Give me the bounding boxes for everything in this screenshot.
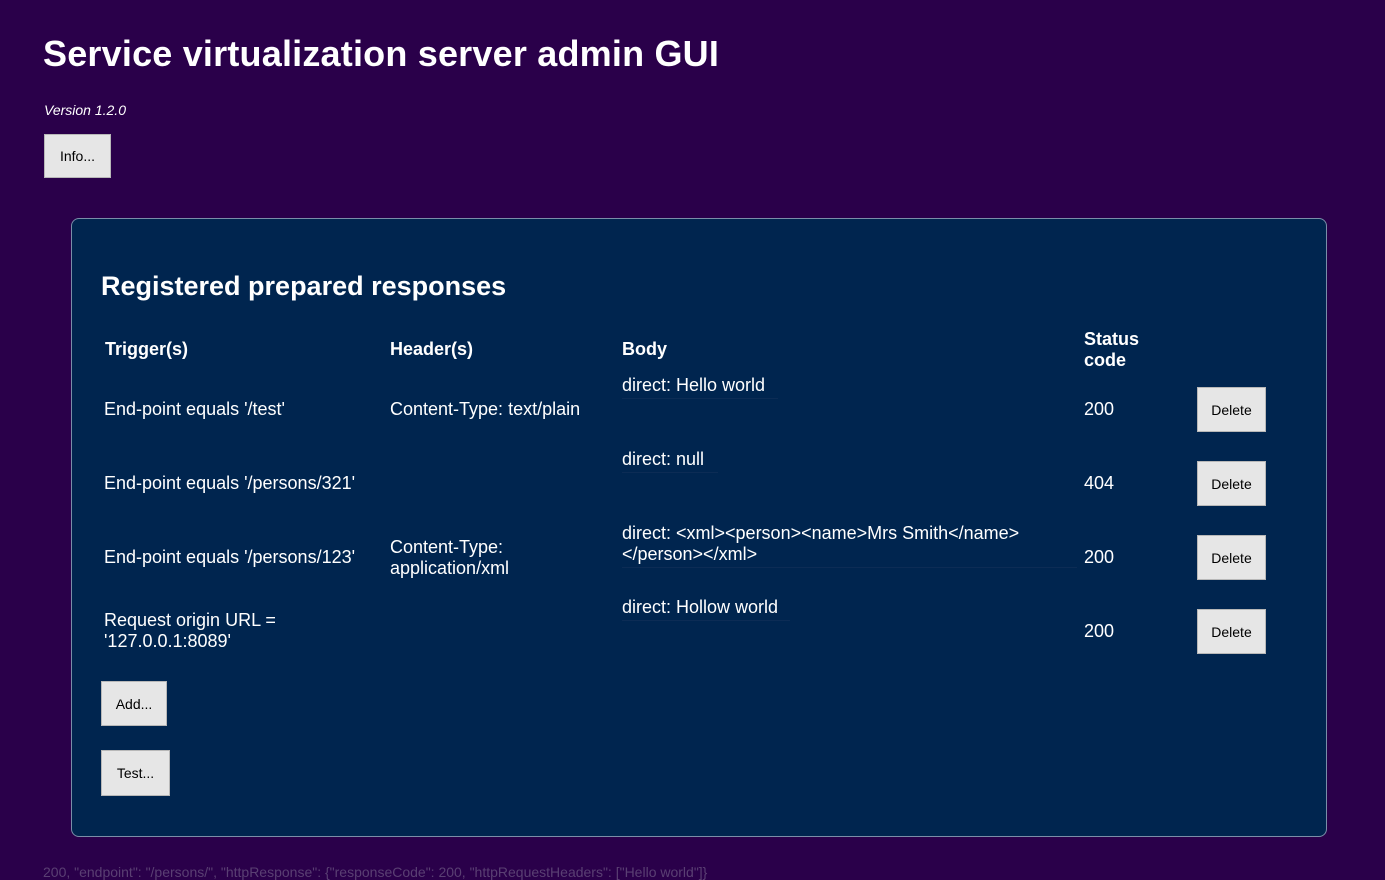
- column-header-triggers: Trigger(s): [105, 339, 189, 359]
- header-cell: Content-Type: text/plain: [390, 399, 581, 419]
- trigger-cell: End-point equals '/test': [104, 399, 285, 419]
- delete-button[interactable]: Delete: [1197, 609, 1266, 654]
- status-cell: 200: [1084, 621, 1115, 641]
- trigger-cell: End-point equals '/persons/123': [104, 547, 356, 567]
- status-cell: 200: [1084, 547, 1115, 567]
- page-title: Service virtualization server admin GUI: [43, 33, 720, 74]
- delete-button[interactable]: Delete: [1197, 387, 1266, 432]
- body-cell: direct: <xml><person><name>Mrs Smith</na…: [622, 523, 1077, 568]
- trigger-cell: End-point equals '/persons/321': [104, 473, 356, 493]
- version-label: Version 1.2.0: [44, 102, 126, 118]
- body-cell: direct: null: [622, 449, 718, 473]
- column-header-headers: Header(s): [390, 339, 474, 359]
- test-button[interactable]: Test...: [101, 750, 170, 796]
- header-cell: Content-Type: application/xml: [390, 537, 510, 578]
- status-cell: 200: [1084, 399, 1115, 419]
- add-button[interactable]: Add...: [101, 681, 167, 726]
- status-cell: 404: [1084, 473, 1115, 493]
- delete-button[interactable]: Delete: [1197, 535, 1266, 580]
- body-cell: direct: Hollow world: [622, 597, 790, 621]
- body-cell: direct: Hello world: [622, 375, 778, 399]
- column-header-status-code: Status code: [1084, 329, 1140, 370]
- panel-title: Registered prepared responses: [101, 271, 507, 301]
- column-header-body: Body: [622, 339, 667, 359]
- delete-button[interactable]: Delete: [1197, 461, 1266, 506]
- trigger-cell: Request origin URL = '127.0.0.1:8089': [104, 610, 276, 651]
- footer-text: 200, "endpoint": "/persons/", "httpRespo…: [43, 864, 708, 880]
- prepared-responses-panel: Registered prepared responses Trigger(s)…: [71, 218, 1327, 837]
- info-button[interactable]: Info...: [44, 134, 111, 178]
